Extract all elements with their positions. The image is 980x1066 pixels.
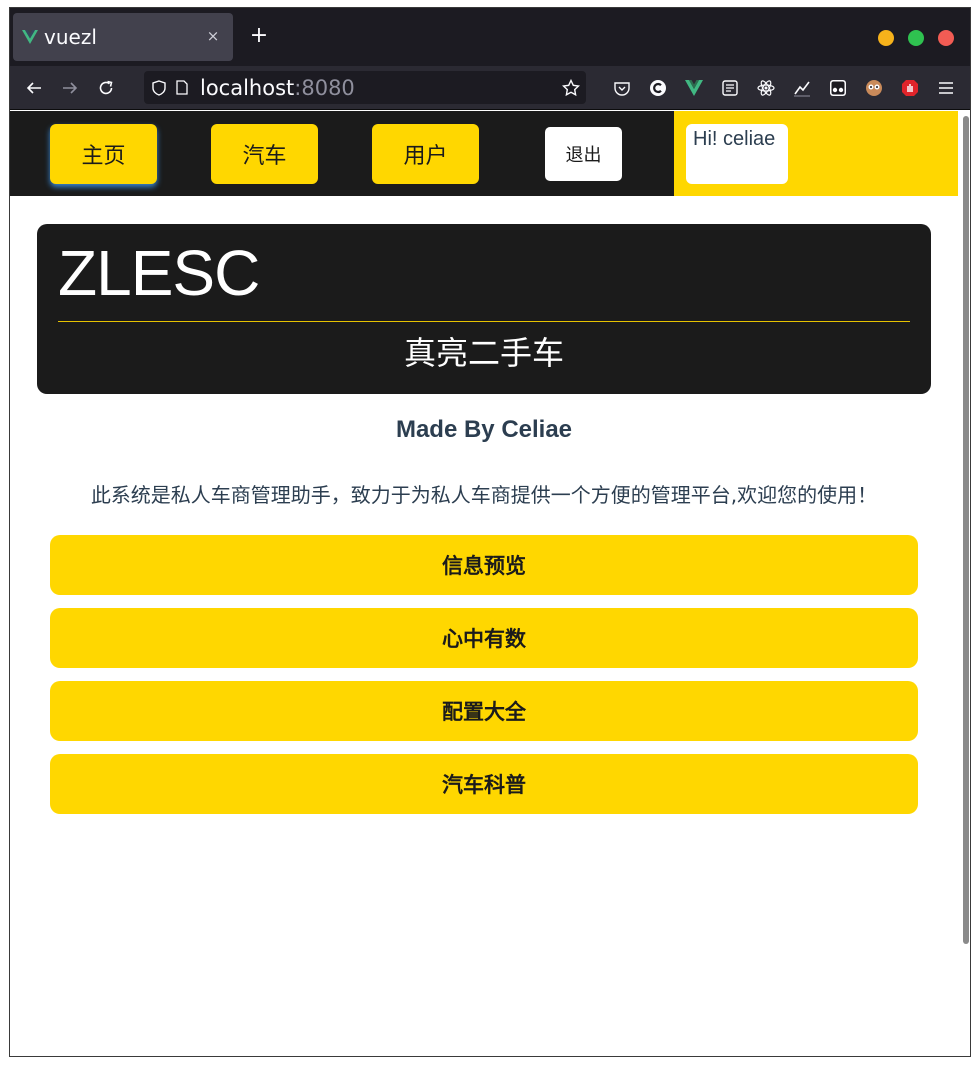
tab-strip: vuezl × + [10, 8, 970, 66]
intro-text: 此系统是私人车商管理助手，致力于为私人车商提供一个方便的管理平台,欢迎您的使用！ [90, 483, 878, 507]
back-button[interactable] [20, 76, 48, 100]
gesture-extension-icon[interactable] [792, 78, 812, 98]
vue-devtools-icon[interactable] [684, 78, 704, 98]
site-title: ZLESC [58, 237, 260, 309]
new-tab-button[interactable]: + [246, 23, 272, 49]
face-extension-icon[interactable] [864, 78, 884, 98]
pocket-icon[interactable] [612, 78, 632, 98]
react-devtools-icon[interactable] [756, 78, 776, 98]
browser-window: vuezl × + localhost:8080 主页 汽车 用户 退出 Hi… [9, 7, 971, 1057]
tampermonkey-icon[interactable] [828, 78, 848, 98]
feature-car-knowledge-button[interactable]: 汽车科普 [50, 754, 918, 814]
tab-title: vuezl [44, 25, 97, 49]
author-credit: Made By Celiae [395, 416, 573, 443]
reader-view-icon[interactable] [720, 78, 740, 98]
browser-tab[interactable]: vuezl × [13, 13, 233, 61]
nav-home-button[interactable]: 主页 [50, 124, 157, 184]
navigation-toolbar: localhost:8080 [10, 66, 970, 110]
menu-icon[interactable] [936, 78, 956, 98]
feature-overview-button[interactable]: 心中有数 [50, 608, 918, 668]
logout-button[interactable]: 退出 [545, 127, 622, 181]
address-bar[interactable]: localhost:8080 [144, 71, 586, 104]
site-subtitle: 真亮二手车 [403, 334, 564, 372]
user-greeting: Hi! celiae [686, 124, 788, 184]
app-navbar: 主页 汽车 用户 退出 Hi! celiae [10, 111, 958, 196]
shield-icon[interactable] [152, 79, 166, 96]
nav-users-button[interactable]: 用户 [372, 124, 479, 184]
close-window-button[interactable] [938, 30, 954, 46]
reload-button[interactable] [92, 76, 120, 100]
minimize-button[interactable] [878, 30, 894, 46]
feature-info-preview-button[interactable]: 信息预览 [50, 535, 918, 595]
url-port: :8080 [294, 75, 355, 100]
user-area: Hi! celiae [674, 111, 958, 196]
url-host: localhost [200, 75, 295, 100]
hero-banner: ZLESC 真亮二手车 [37, 224, 931, 394]
maximize-button[interactable] [908, 30, 924, 46]
page-icon [176, 80, 188, 95]
nav-cars-button[interactable]: 汽车 [211, 124, 318, 184]
ad-blocker-icon[interactable] [900, 78, 920, 98]
hero-divider [58, 321, 910, 322]
page-scrollbar[interactable] [960, 111, 970, 1056]
bookmark-star-icon[interactable] [562, 79, 580, 97]
scrollbar-thumb[interactable] [963, 116, 969, 944]
c-extension-icon[interactable] [648, 78, 668, 98]
feature-configuration-button[interactable]: 配置大全 [50, 681, 918, 741]
vue-logo-icon [22, 29, 38, 45]
web-page: 主页 汽车 用户 退出 Hi! celiae ZLESC 真亮二手车 Made … [10, 111, 958, 1056]
tab-close-icon[interactable]: × [203, 26, 223, 46]
forward-button[interactable] [56, 76, 84, 100]
